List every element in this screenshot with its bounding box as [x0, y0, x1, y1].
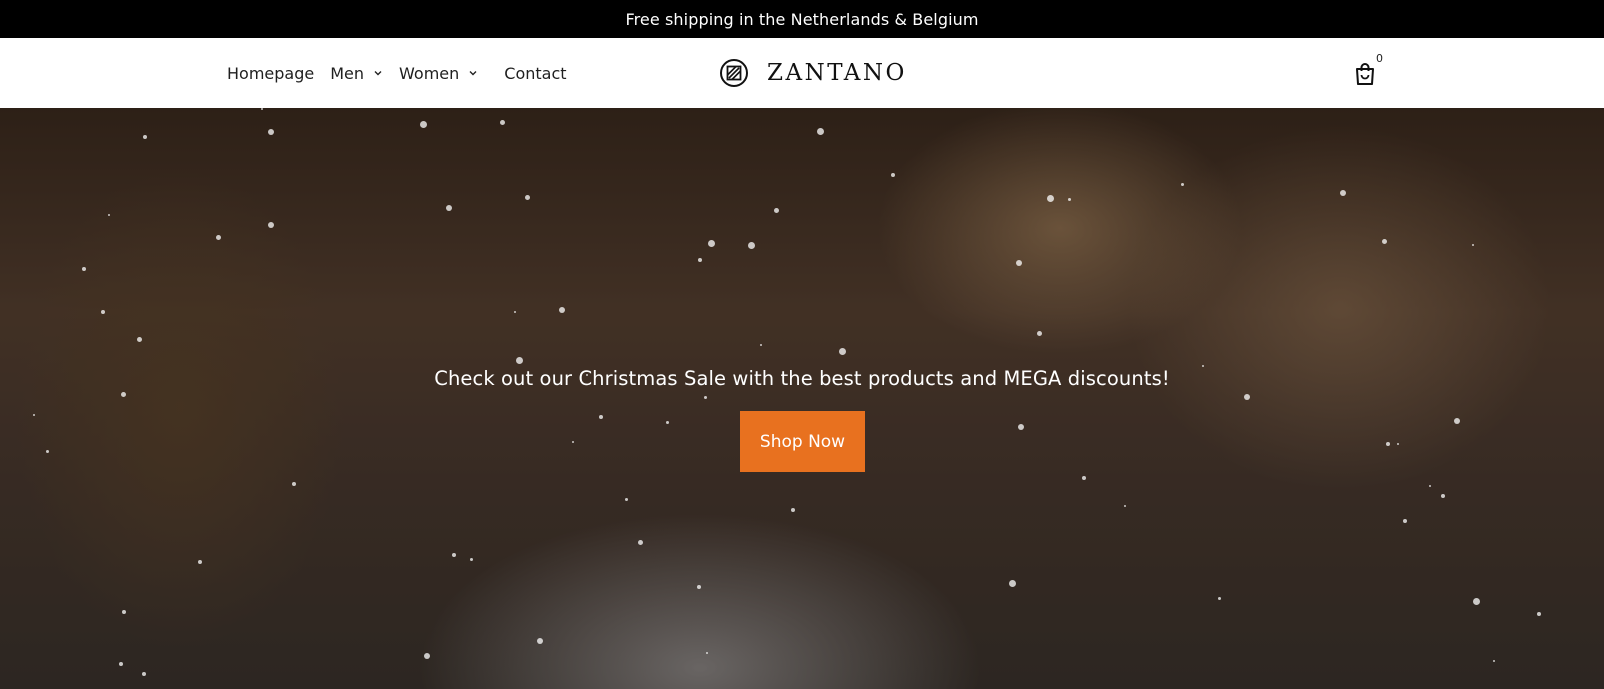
snowflake — [1082, 476, 1086, 480]
snowflake — [1018, 424, 1024, 430]
snowflake — [891, 173, 895, 177]
snowflake — [1429, 485, 1431, 487]
snowflake — [1472, 244, 1474, 246]
snowflake — [572, 441, 574, 443]
hero-headline: Check out our Christmas Sale with the be… — [434, 367, 1170, 390]
snowflake — [817, 128, 824, 135]
snowflake — [46, 450, 49, 453]
snowflake — [119, 662, 123, 666]
snowflake — [1016, 260, 1022, 266]
snowflake — [760, 344, 762, 346]
shop-now-button[interactable]: Shop Now — [740, 411, 865, 472]
snowflake — [697, 585, 701, 589]
snowflake — [261, 108, 263, 110]
snowflake — [748, 242, 755, 249]
snowflake — [424, 653, 430, 659]
zantano-logo-mark-icon — [719, 58, 749, 88]
shopping-bag-icon — [1356, 63, 1374, 85]
snowflake — [1441, 494, 1445, 498]
snowflake — [1124, 505, 1126, 507]
snowflake — [706, 652, 708, 654]
snowflake — [268, 222, 274, 228]
cart-count-badge: 0 — [1376, 52, 1383, 65]
snowflake — [774, 208, 779, 213]
snowflake — [516, 357, 523, 364]
snowflake — [708, 240, 715, 247]
snowflake — [268, 129, 274, 135]
nav-item-label: Men — [330, 63, 365, 83]
snowflake — [420, 121, 427, 128]
snowflake — [1397, 443, 1399, 445]
chevron-down-icon — [373, 68, 383, 78]
snowflake — [446, 205, 452, 211]
snowflake — [121, 392, 126, 397]
snowflake — [452, 553, 456, 557]
hero-banner: Check out our Christmas Sale with the be… — [0, 108, 1604, 689]
snowflake — [1493, 660, 1495, 662]
snowflake — [1537, 612, 1541, 616]
nav-item-contact[interactable]: Contact — [504, 64, 566, 83]
snowflake — [559, 307, 565, 313]
cart-button[interactable]: 0 — [1352, 52, 1386, 92]
snowflake — [704, 396, 707, 399]
snowflake — [1218, 597, 1221, 600]
snowflake — [108, 214, 110, 216]
snowflake — [137, 337, 142, 342]
snowflake — [1382, 239, 1387, 244]
site-header: Homepage Men Women Contact ZANTANO 0 — [0, 38, 1604, 108]
snowflake — [1340, 190, 1346, 196]
chevron-down-icon — [468, 68, 478, 78]
snowflake — [1454, 418, 1460, 424]
snowflake — [839, 348, 846, 355]
nav-item-label: Women — [399, 63, 460, 83]
snowflake — [625, 498, 628, 501]
snowflake — [698, 258, 702, 262]
nav-item-label: Homepage — [227, 63, 315, 83]
snowflake — [599, 415, 603, 419]
snowflake — [525, 195, 530, 200]
snowflake — [143, 135, 147, 139]
snowflake — [1473, 598, 1480, 605]
snowflake — [1403, 519, 1407, 523]
snowflake — [142, 672, 146, 676]
snowflake — [1244, 394, 1250, 400]
snowflake — [198, 560, 202, 564]
snowflake — [101, 310, 105, 314]
snowflake — [216, 235, 221, 240]
announcement-bar: Free shipping in the Netherlands & Belgi… — [0, 0, 1604, 38]
snowflake — [1047, 195, 1054, 202]
nav-item-label: Contact — [504, 63, 567, 83]
announcement-text: Free shipping in the Netherlands & Belgi… — [625, 9, 979, 29]
snowflake — [1181, 183, 1184, 186]
nav-item-women[interactable]: Women — [399, 64, 478, 83]
snowflake — [1009, 580, 1016, 587]
snowflake — [791, 508, 795, 512]
snowflake — [537, 638, 543, 644]
snowflake — [33, 414, 35, 416]
snowflake — [666, 421, 669, 424]
site-logo[interactable]: ZANTANO — [719, 55, 907, 91]
nav-item-homepage[interactable]: Homepage — [227, 64, 314, 83]
logo-text: ZANTANO — [767, 60, 907, 86]
hero-image-overlay — [0, 108, 1604, 689]
snowflake — [470, 558, 473, 561]
main-nav: Homepage Men Women Contact — [227, 38, 583, 108]
nav-item-men[interactable]: Men — [330, 64, 383, 83]
snowflake — [638, 540, 643, 545]
snowflake — [82, 267, 86, 271]
snowflake — [1037, 331, 1042, 336]
snowflake — [514, 311, 516, 313]
snowflake — [122, 610, 126, 614]
snowflake — [1386, 442, 1390, 446]
snowflake — [500, 120, 505, 125]
snowflake — [292, 482, 296, 486]
snowflake — [1068, 198, 1071, 201]
